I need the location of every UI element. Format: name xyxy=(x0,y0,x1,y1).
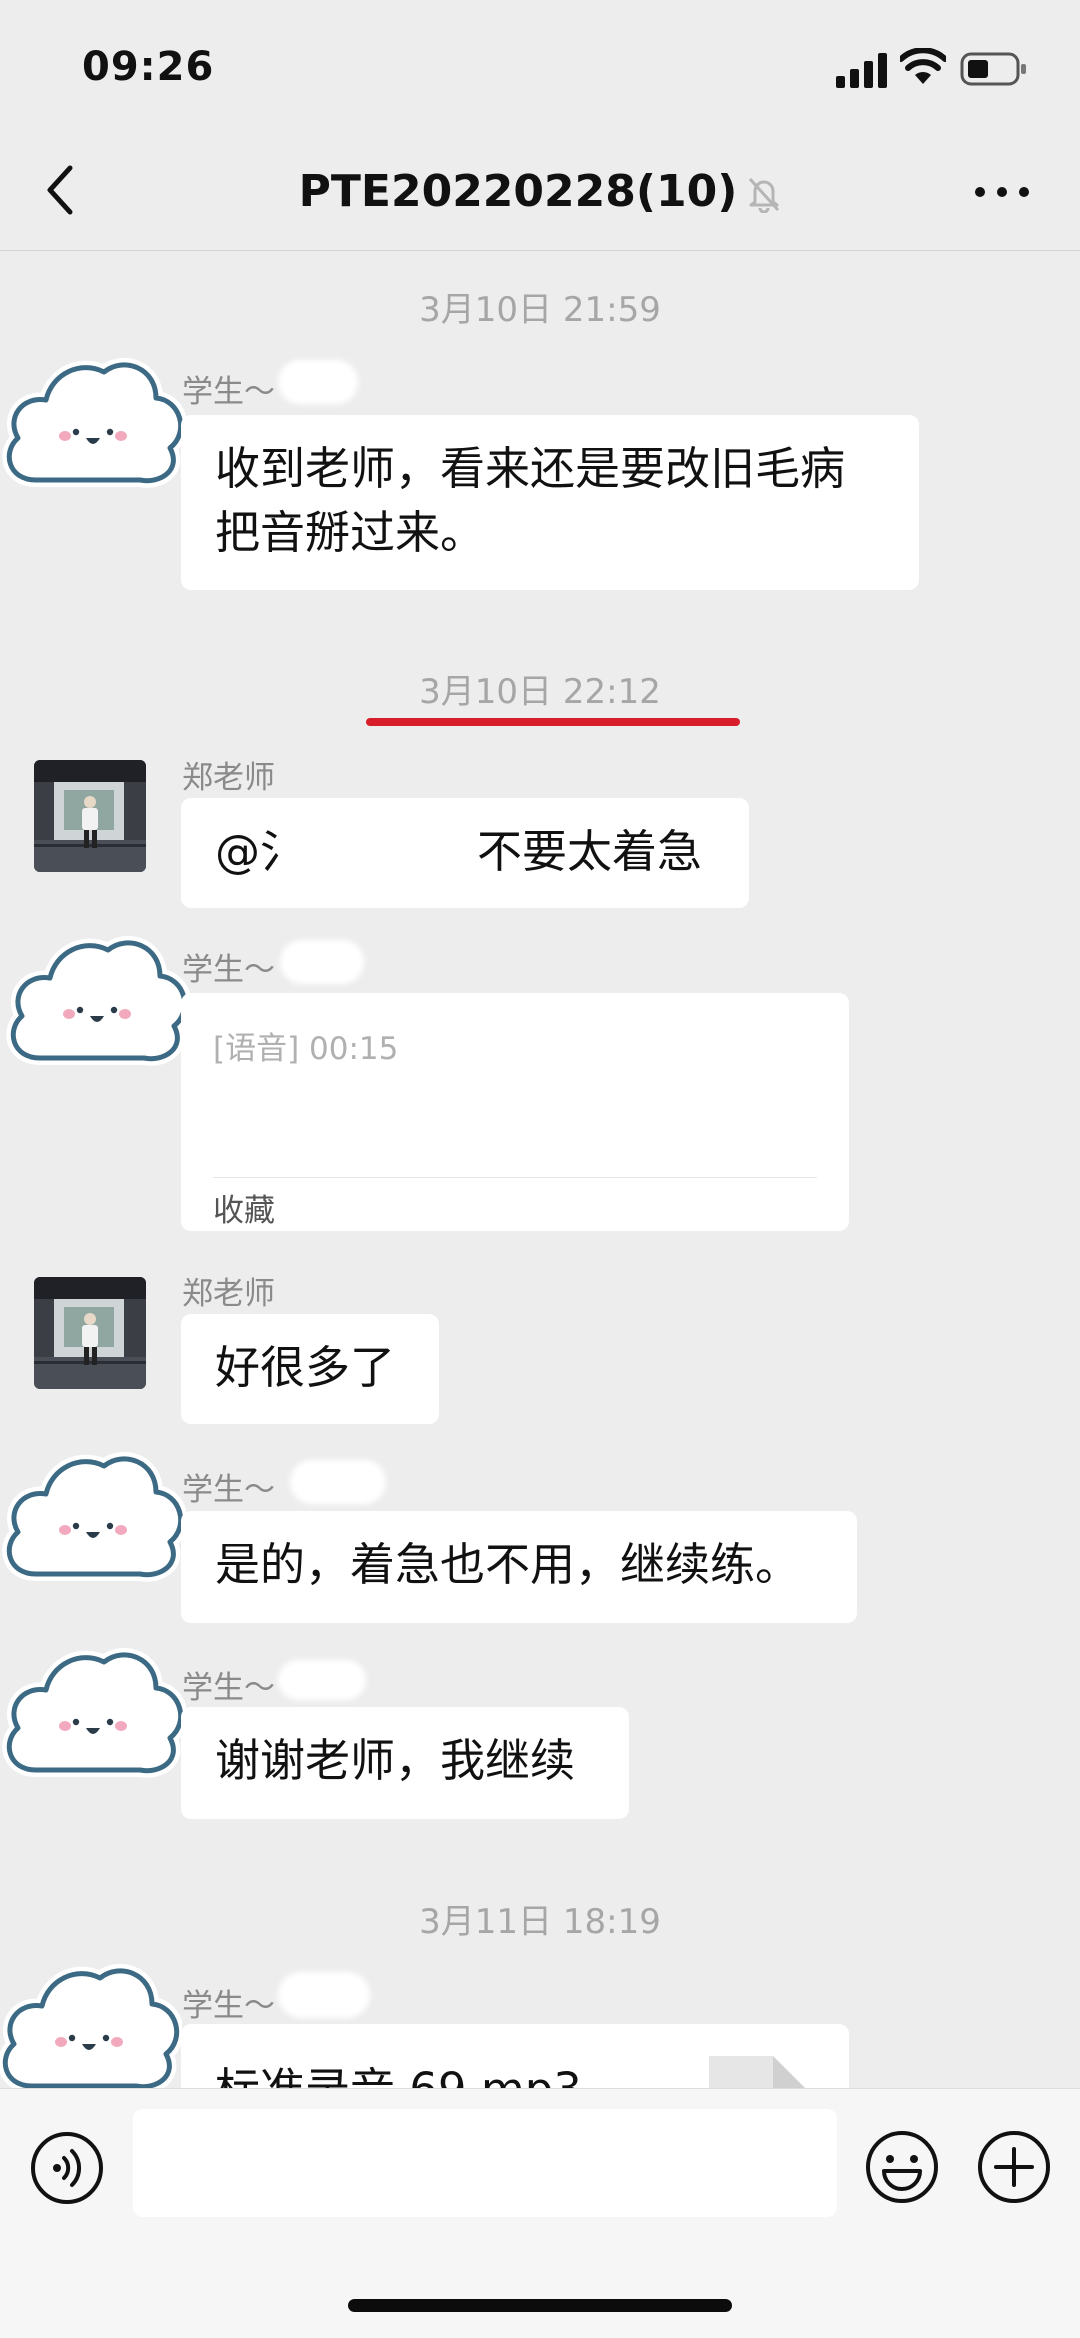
sender-name: 郑老师 xyxy=(182,1276,275,1312)
redacted-name xyxy=(290,1460,386,1504)
plus-icon[interactable] xyxy=(976,2129,1052,2205)
chat-timestamp: 3月11日 18:19 xyxy=(419,1902,661,1942)
message-text: 不要太着急 xyxy=(477,825,703,878)
more-icon[interactable] xyxy=(972,182,1032,202)
cloud-avatar[interactable] xyxy=(4,930,190,1070)
cloud-avatar[interactable] xyxy=(0,1446,186,1586)
mute-bell-icon xyxy=(749,177,780,213)
favorite-label: 收藏 xyxy=(213,1193,275,1229)
message-bubble[interactable]: @氵 不要太着急 xyxy=(181,798,749,908)
redacted-name xyxy=(278,1660,366,1700)
chat-timestamp: 3月10日 22:12 xyxy=(419,672,661,712)
message-bubble[interactable]: 是的，着急也不用，继续练。 xyxy=(181,1511,857,1623)
chat-header: PTE20220228(10) xyxy=(0,130,1080,251)
status-time: 09:26 xyxy=(82,44,215,90)
cloud-avatar[interactable] xyxy=(0,1958,182,2098)
mention-text: @氵 xyxy=(215,825,306,878)
red-underline-annotation xyxy=(366,718,740,726)
message-text: 收到老师，看来还是要改旧毛病 把音掰过来。 xyxy=(215,437,845,565)
cloud-avatar[interactable] xyxy=(0,1642,186,1782)
sender-name: 学生～ xyxy=(182,1988,275,2024)
cellular-signal-icon xyxy=(836,53,887,88)
home-indicator[interactable] xyxy=(348,2299,732,2312)
cloud-avatar[interactable] xyxy=(0,352,186,492)
sender-name: 学生～ xyxy=(182,374,275,410)
input-toolbar xyxy=(0,2088,1080,2338)
chat-title: PTE20220228(10) xyxy=(0,166,1080,217)
message-bubble[interactable]: 收到老师，看来还是要改旧毛病 把音掰过来。 xyxy=(181,415,919,590)
chat-timestamp: 3月10日 21:59 xyxy=(419,290,661,330)
chat-title-text: PTE20220228(10) xyxy=(298,166,738,217)
message-text: 好很多了 xyxy=(215,1341,396,1394)
voice-input-icon[interactable] xyxy=(30,2131,104,2205)
message-text: 谢谢老师，我继续 xyxy=(215,1734,576,1787)
status-bar: 09:26 xyxy=(0,0,1080,130)
teacher-avatar[interactable] xyxy=(34,1277,146,1389)
redacted-name xyxy=(278,1972,370,2018)
emoji-icon[interactable] xyxy=(864,2129,940,2205)
message-line-2: 把音掰过来。 xyxy=(215,506,486,559)
redacted-name xyxy=(280,940,364,984)
voice-favorite-card[interactable]: [语音] 00:15 收藏 xyxy=(181,993,849,1231)
battery-icon xyxy=(960,52,1026,86)
sender-name: 学生～ xyxy=(182,1472,275,1508)
redacted-name xyxy=(278,360,358,404)
sender-name: 学生～ xyxy=(182,1670,275,1706)
message-input[interactable] xyxy=(133,2109,837,2217)
teacher-avatar[interactable] xyxy=(34,760,146,872)
message-bubble[interactable]: 好很多了 xyxy=(181,1314,439,1424)
message-line-1: 收到老师，看来还是要改旧毛病 xyxy=(215,442,846,495)
message-text: 是的，着急也不用，继续练。 xyxy=(215,1538,801,1591)
voice-label: [语音] 00:15 xyxy=(213,1031,399,1067)
card-divider xyxy=(213,1177,817,1178)
sender-name: 郑老师 xyxy=(182,760,275,796)
sender-name: 学生～ xyxy=(182,952,275,988)
wifi-icon xyxy=(900,48,946,84)
photo-avatar-image xyxy=(34,1277,146,1389)
photo-avatar-image xyxy=(34,760,146,872)
message-bubble[interactable]: 谢谢老师，我继续 xyxy=(181,1707,629,1819)
